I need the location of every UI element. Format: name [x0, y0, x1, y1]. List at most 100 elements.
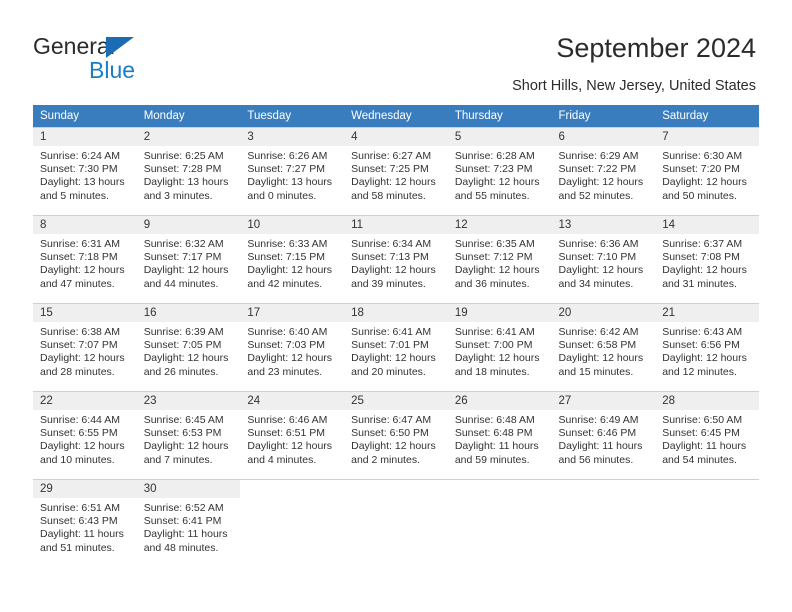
sunrise-text: Sunrise: 6:34 AM	[351, 238, 432, 250]
sunrise-text: Sunrise: 6:37 AM	[662, 238, 743, 250]
daylight-text-line2: and 3 minutes.	[143, 189, 213, 202]
day-details: Sunrise: 6:35 AM Sunset: 7:12 PM Daylight:…	[448, 234, 552, 291]
calendar-day-cell[interactable]: 17 Sunrise: 6:40 AM Sunset: 7:03 PM Dayligh…	[240, 303, 345, 384]
sunset-text: Sunset: 7:00 PM	[454, 339, 533, 352]
daylight-text-line1: Daylight: 12 hours	[454, 176, 540, 189]
day-details: Sunrise: 6:51 AM Sunset: 6:43 PM Daylight:…	[33, 498, 137, 555]
day-box: 22 Sunrise: 6:44 AM Sunset: 6:55 PM Dayligh…	[33, 392, 137, 472]
day-box: 10 Sunrise: 6:33 AM Sunset: 7:15 PM Dayligh…	[240, 216, 345, 296]
daylight-text-line2: and 52 minutes.	[558, 189, 634, 202]
calendar-week-row: 22 Sunrise: 6:44 AM Sunset: 6:55 PM Dayligh…	[33, 391, 759, 472]
daylight-text-line2: and 26 minutes.	[143, 365, 219, 378]
day-box: 27 Sunrise: 6:49 AM Sunset: 6:46 PM Dayligh…	[551, 392, 656, 472]
calendar-day-cell[interactable]: 13 Sunrise: 6:36 AM Sunset: 7:10 PM Dayligh…	[551, 215, 656, 296]
sunset-text: Sunset: 6:50 PM	[351, 427, 429, 440]
day-details: Sunrise: 6:26 AM Sunset: 7:27 PM Daylight:…	[240, 146, 344, 203]
day-number: 22	[33, 392, 137, 410]
calendar-day-cell[interactable]: 20 Sunrise: 6:42 AM Sunset: 6:58 PM Dayligh…	[551, 303, 656, 384]
calendar-day-cell[interactable]: 1 Sunrise: 6:24 AM Sunset: 7:30 PM Daylight…	[33, 127, 137, 208]
day-details: Sunrise: 6:43 AM Sunset: 6:56 PM Daylight:…	[655, 322, 759, 379]
week-spacer-cell	[33, 384, 759, 392]
calendar-day-cell[interactable]: 22 Sunrise: 6:44 AM Sunset: 6:55 PM Dayligh…	[33, 391, 137, 472]
calendar-day-cell[interactable]: 29 Sunrise: 6:51 AM Sunset: 6:43 PM Dayligh…	[33, 479, 137, 560]
calendar-day-cell[interactable]: 8 Sunrise: 6:31 AM Sunset: 7:18 PM Daylight…	[33, 215, 137, 296]
calendar-day-cell[interactable]: 21 Sunrise: 6:43 AM Sunset: 6:56 PM Dayligh…	[655, 303, 759, 384]
day-box: 15 Sunrise: 6:38 AM Sunset: 7:07 PM Dayligh…	[33, 304, 137, 384]
calendar-day-cell[interactable]: 7 Sunrise: 6:30 AM Sunset: 7:20 PM Daylight…	[655, 127, 759, 208]
sunset-text: Sunset: 6:56 PM	[662, 339, 740, 352]
calendar-week-row: 29 Sunrise: 6:51 AM Sunset: 6:43 PM Dayligh…	[33, 479, 759, 560]
calendar-week-row: 8 Sunrise: 6:31 AM Sunset: 7:18 PM Daylight…	[33, 215, 759, 296]
daylight-text-line1: Daylight: 12 hours	[558, 176, 644, 189]
sunrise-text: Sunrise: 6:33 AM	[247, 238, 328, 250]
day-details: Sunrise: 6:40 AM Sunset: 7:03 PM Daylight:…	[240, 322, 344, 379]
sunset-text: Sunset: 7:27 PM	[247, 163, 326, 176]
page-title: September 2024	[556, 33, 756, 63]
calendar-day-cell[interactable]: 27 Sunrise: 6:49 AM Sunset: 6:46 PM Dayligh…	[551, 391, 656, 472]
calendar-day-cell[interactable]: 11 Sunrise: 6:34 AM Sunset: 7:13 PM Dayligh…	[344, 215, 448, 296]
sunrise-text: Sunrise: 6:32 AM	[143, 238, 224, 250]
calendar-day-cell[interactable]: 19 Sunrise: 6:41 AM Sunset: 7:00 PM Dayligh…	[447, 303, 552, 384]
calendar-day-cell[interactable]: 3 Sunrise: 6:26 AM Sunset: 7:27 PM Daylight…	[240, 127, 345, 208]
calendar-day-cell[interactable]: 26 Sunrise: 6:48 AM Sunset: 6:48 PM Dayligh…	[447, 391, 552, 472]
week-spacer-cell	[33, 472, 759, 480]
sunset-text: Sunset: 6:51 PM	[247, 427, 326, 440]
day-box: 9 Sunrise: 6:32 AM Sunset: 7:17 PM Daylight…	[136, 216, 241, 296]
calendar-day-cell[interactable]: 15 Sunrise: 6:38 AM Sunset: 7:07 PM Dayligh…	[33, 303, 137, 384]
day-box: 17 Sunrise: 6:40 AM Sunset: 7:03 PM Dayligh…	[240, 304, 345, 384]
day-number: 26	[447, 392, 552, 410]
calendar-day-cell[interactable]: 10 Sunrise: 6:33 AM Sunset: 7:15 PM Dayligh…	[240, 215, 345, 296]
day-box: 13 Sunrise: 6:36 AM Sunset: 7:10 PM Dayligh…	[551, 216, 656, 296]
day-box: 16 Sunrise: 6:39 AM Sunset: 7:05 PM Dayligh…	[136, 304, 241, 384]
sunset-text: Sunset: 7:22 PM	[558, 163, 637, 176]
day-box: 20 Sunrise: 6:42 AM Sunset: 6:58 PM Dayligh…	[551, 304, 656, 384]
day-details: Sunrise: 6:44 AM Sunset: 6:55 PM Daylight:…	[33, 410, 137, 467]
day-number: 27	[551, 392, 656, 410]
calendar-day-cell[interactable]: 25 Sunrise: 6:47 AM Sunset: 6:50 PM Dayligh…	[344, 391, 448, 472]
sunrise-text: Sunrise: 6:27 AM	[351, 150, 432, 162]
daylight-text-line1: Daylight: 11 hours	[558, 440, 643, 453]
calendar-day-cell[interactable]: 5 Sunrise: 6:28 AM Sunset: 7:23 PM Daylight…	[447, 127, 552, 208]
day-number: 10	[240, 216, 345, 234]
sunrise-text: Sunrise: 6:36 AM	[558, 238, 639, 250]
general-blue-logo[interactable]: General Blue	[33, 33, 213, 85]
sunrise-text: Sunrise: 6:39 AM	[143, 326, 224, 338]
calendar-day-cell[interactable]: 30 Sunrise: 6:52 AM Sunset: 6:41 PM Dayligh…	[136, 479, 241, 560]
daylight-text-line1: Daylight: 12 hours	[558, 352, 644, 365]
daylight-text-line2: and 34 minutes.	[558, 277, 634, 290]
day-number: 8	[33, 216, 137, 234]
calendar-day-cell[interactable]: 14 Sunrise: 6:37 AM Sunset: 7:08 PM Dayligh…	[655, 215, 759, 296]
sunset-text: Sunset: 7:01 PM	[351, 339, 429, 352]
calendar-day-cell[interactable]: 24 Sunrise: 6:46 AM Sunset: 6:51 PM Dayligh…	[240, 391, 345, 472]
calendar-day-cell[interactable]: 4 Sunrise: 6:27 AM Sunset: 7:25 PM Daylight…	[344, 127, 448, 208]
sunrise-text: Sunrise: 6:26 AM	[247, 150, 328, 162]
day-details: Sunrise: 6:37 AM Sunset: 7:08 PM Daylight:…	[655, 234, 759, 291]
sunset-text: Sunset: 7:30 PM	[40, 163, 118, 176]
calendar-day-cell[interactable]: 16 Sunrise: 6:39 AM Sunset: 7:05 PM Dayligh…	[136, 303, 241, 384]
day-details: Sunrise: 6:46 AM Sunset: 6:51 PM Daylight:…	[240, 410, 344, 467]
calendar-day-cell[interactable]: 9 Sunrise: 6:32 AM Sunset: 7:17 PM Daylight…	[136, 215, 241, 296]
sunset-text: Sunset: 7:17 PM	[143, 251, 222, 264]
calendar-day-cell[interactable]: 2 Sunrise: 6:25 AM Sunset: 7:28 PM Daylight…	[136, 127, 241, 208]
day-details: Sunrise: 6:45 AM Sunset: 6:53 PM Daylight:…	[137, 410, 241, 467]
calendar-day-cell[interactable]: 18 Sunrise: 6:41 AM Sunset: 7:01 PM Dayligh…	[344, 303, 448, 384]
daylight-text-line1: Daylight: 12 hours	[40, 352, 125, 365]
sunset-text: Sunset: 7:12 PM	[454, 251, 533, 264]
calendar-day-cell[interactable]: 23 Sunrise: 6:45 AM Sunset: 6:53 PM Dayligh…	[136, 391, 241, 472]
day-box: 12 Sunrise: 6:35 AM Sunset: 7:12 PM Dayligh…	[447, 216, 552, 296]
weekday-header-row: Sunday Monday Tuesday Wednesday Thursday…	[33, 105, 759, 128]
day-details: Sunrise: 6:36 AM Sunset: 7:10 PM Daylight:…	[552, 234, 656, 291]
day-number: 16	[136, 304, 241, 322]
week-spacer-row	[33, 208, 759, 216]
day-number: 3	[240, 128, 345, 146]
day-details: Sunrise: 6:50 AM Sunset: 6:45 PM Daylight:…	[655, 410, 759, 467]
day-number: 17	[240, 304, 345, 322]
day-number: 15	[33, 304, 137, 322]
sunrise-text: Sunrise: 6:52 AM	[143, 502, 224, 514]
sunrise-text: Sunrise: 6:41 AM	[454, 326, 535, 338]
day-number: 12	[447, 216, 552, 234]
calendar-day-cell[interactable]: 28 Sunrise: 6:50 AM Sunset: 6:45 PM Dayligh…	[655, 391, 759, 472]
calendar-day-cell[interactable]: 6 Sunrise: 6:29 AM Sunset: 7:22 PM Daylight…	[551, 127, 656, 208]
day-number: 30	[136, 480, 241, 498]
calendar-day-cell[interactable]: 12 Sunrise: 6:35 AM Sunset: 7:12 PM Dayligh…	[447, 215, 552, 296]
